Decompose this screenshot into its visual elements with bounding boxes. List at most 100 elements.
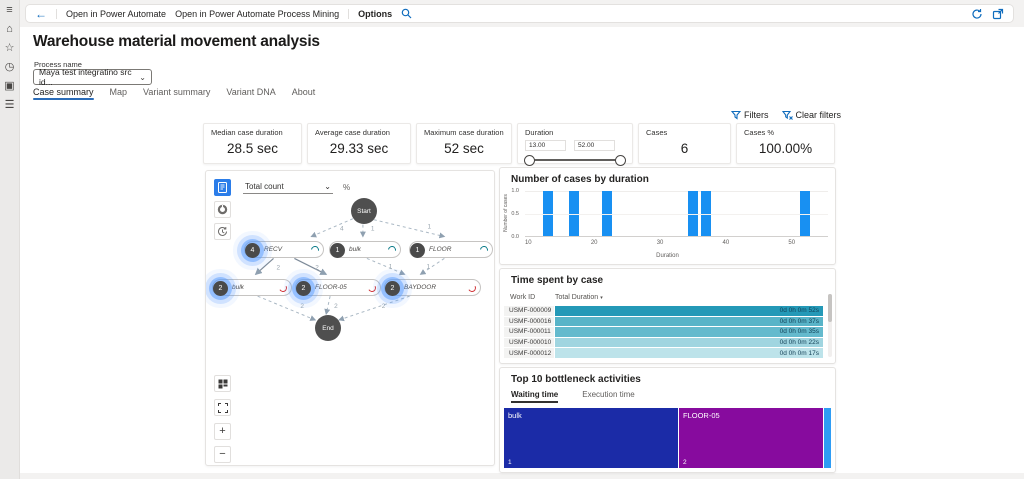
process-edge[interactable] (374, 220, 445, 237)
zoom-in-button[interactable]: + (214, 423, 231, 440)
process-edge[interactable] (258, 296, 316, 320)
treemap-node[interactable] (824, 408, 831, 468)
history-button[interactable] (214, 223, 231, 240)
node-bulk-1[interactable]: 1bulk (329, 241, 401, 258)
work-id-cell: USMF-000010 (504, 338, 554, 348)
recent-icon[interactable]: ◷ (5, 62, 15, 73)
bottleneck-treemap: bulk1FLOOR-052 (504, 408, 831, 468)
open-in-power-automate-button[interactable]: Open in Power Automate (66, 9, 166, 19)
chart-bar[interactable] (688, 191, 698, 236)
process-edge[interactable] (326, 296, 330, 314)
fit-to-screen-button[interactable] (214, 399, 231, 416)
slider-handle-max[interactable] (615, 155, 626, 166)
node-count-badge: 2 (213, 281, 228, 296)
map-metric-select[interactable]: Total count ⌄ (243, 181, 333, 194)
chart-bar[interactable] (701, 191, 711, 236)
chart-bar[interactable] (569, 191, 579, 236)
apps-icon[interactable]: ▣ (4, 81, 14, 92)
table-scrollbar[interactable] (828, 294, 832, 357)
tab-case-summary[interactable]: Case summary (33, 87, 94, 100)
bottleneck-tab-execution-time[interactable]: Execution time (582, 390, 634, 403)
edge-count-label: 2 (277, 264, 281, 271)
node-count-badge: 2 (385, 281, 400, 296)
edge-count-label: 2 (334, 303, 338, 310)
bottleneck-panel: Top 10 bottleneck activities Waiting tim… (499, 367, 836, 473)
edge-count-label: 2 (315, 264, 319, 271)
menu-icon[interactable]: ≡ (6, 5, 12, 16)
node-floor-05[interactable]: 2FLOOR-05 (295, 279, 381, 296)
duration-filter-card: Duration 13.00 52.00 (517, 123, 633, 164)
treemap-node-floor-05[interactable]: FLOOR-052 (679, 408, 823, 468)
search-icon[interactable] (401, 8, 412, 19)
sort-descending-icon: ▾ (600, 295, 603, 301)
node-baydoor[interactable]: 2BAYDOOR (384, 279, 481, 296)
cases-pct-card: Cases % 100.00% (736, 123, 835, 164)
details-list-icon[interactable]: ☰ (5, 100, 15, 111)
chart-bar[interactable] (602, 191, 612, 236)
process-edge[interactable] (294, 258, 326, 274)
table-row[interactable]: USMF-0000100d 0h 0m 22s (504, 338, 823, 348)
node-end[interactable]: End (315, 315, 341, 341)
table-row[interactable]: USMF-0000110d 0h 0m 35s (504, 327, 823, 337)
chart-bar[interactable] (800, 191, 810, 236)
table-row[interactable]: USMF-0000160d 0h 0m 37s (504, 317, 823, 327)
node-label: bulk (349, 246, 361, 253)
home-icon[interactable]: ⌂ (6, 24, 13, 35)
tab-about[interactable]: About (292, 87, 316, 100)
duration-range-slider[interactable] (528, 159, 622, 161)
chart-x-ticks: 1020304050 (525, 240, 828, 247)
process-name-select[interactable]: Maya test integratino src id... ⌄ (33, 69, 152, 85)
tab-variant-summary[interactable]: Variant summary (143, 87, 210, 100)
chart-title: Number of cases by duration (500, 168, 835, 185)
tab-bar: Case summary Map Variant summary Variant DN… (33, 87, 315, 100)
open-in-new-icon[interactable] (992, 8, 1004, 20)
node-start[interactable]: Start (351, 198, 377, 224)
process-map-canvas: 4112211222 Start4RECV1bulk1FLOOR2bulk2FL… (206, 171, 494, 465)
process-edge[interactable] (339, 296, 410, 320)
layout-grid-button[interactable] (214, 375, 231, 392)
table-row[interactable]: USMF-0000120d 0h 0m 17s (504, 348, 823, 358)
column-header-work-id[interactable]: Work ID (510, 294, 555, 301)
filters-button[interactable]: Filters (731, 110, 769, 120)
tab-map[interactable]: Map (110, 87, 128, 100)
slider-handle-min[interactable] (524, 155, 535, 166)
node-recv[interactable]: 4RECV (244, 241, 324, 258)
chart-bar[interactable] (543, 191, 553, 236)
tab-variant-dna[interactable]: Variant DNA (226, 87, 275, 100)
back-button[interactable]: ← (35, 8, 47, 20)
table-title: Time spent by case (500, 269, 835, 286)
map-metric-value: Total count (245, 182, 284, 191)
bottleneck-tab-waiting-time[interactable]: Waiting time (511, 390, 558, 403)
zoom-out-button[interactable]: − (214, 446, 231, 463)
node-floor[interactable]: 1FLOOR (409, 241, 493, 258)
process-edge[interactable] (367, 258, 405, 274)
treemap-node-count: 2 (683, 459, 687, 466)
favorites-icon[interactable]: ☆ (5, 43, 15, 54)
open-in-process-mining-button[interactable]: Open in Power Automate Process Mining (175, 9, 339, 19)
report-view-button[interactable] (214, 179, 231, 196)
node-bulk-2[interactable]: 2bulk (212, 279, 292, 296)
duration-max-input[interactable]: 52.00 (574, 140, 615, 151)
options-button[interactable]: Options (358, 9, 392, 19)
duration-bar: 0d 0h 0m 17s (555, 348, 823, 358)
donut-chart-icon (217, 204, 228, 215)
process-edge[interactable] (256, 258, 274, 274)
column-header-total-duration[interactable]: Total Duration▾ (555, 294, 603, 301)
scrollbar-thumb[interactable] (828, 294, 832, 322)
duration-min-input[interactable]: 13.00 (525, 140, 566, 151)
donut-view-button[interactable] (214, 201, 231, 218)
clear-filters-button[interactable]: Clear filters (782, 110, 842, 120)
process-edge[interactable] (421, 258, 445, 274)
chart-plot (525, 191, 828, 237)
treemap-node-bulk[interactable]: bulk1 (504, 408, 678, 468)
metric-card-maximum-case-duration: Maximum case duration52 sec (416, 123, 512, 164)
node-trend-icon (367, 283, 377, 293)
metric-card-average-case-duration: Average case duration29.33 sec (307, 123, 411, 164)
cases-pct-card-value: 100.00% (737, 141, 834, 156)
refresh-icon[interactable] (971, 8, 983, 20)
table-row[interactable]: USMF-0000090d 0h 0m 52s (504, 306, 823, 316)
process-edge[interactable] (311, 219, 353, 237)
y-tick-label: 0.5 (511, 211, 519, 217)
edge-count-label: 1 (371, 226, 375, 233)
node-count-badge: 1 (410, 243, 425, 258)
